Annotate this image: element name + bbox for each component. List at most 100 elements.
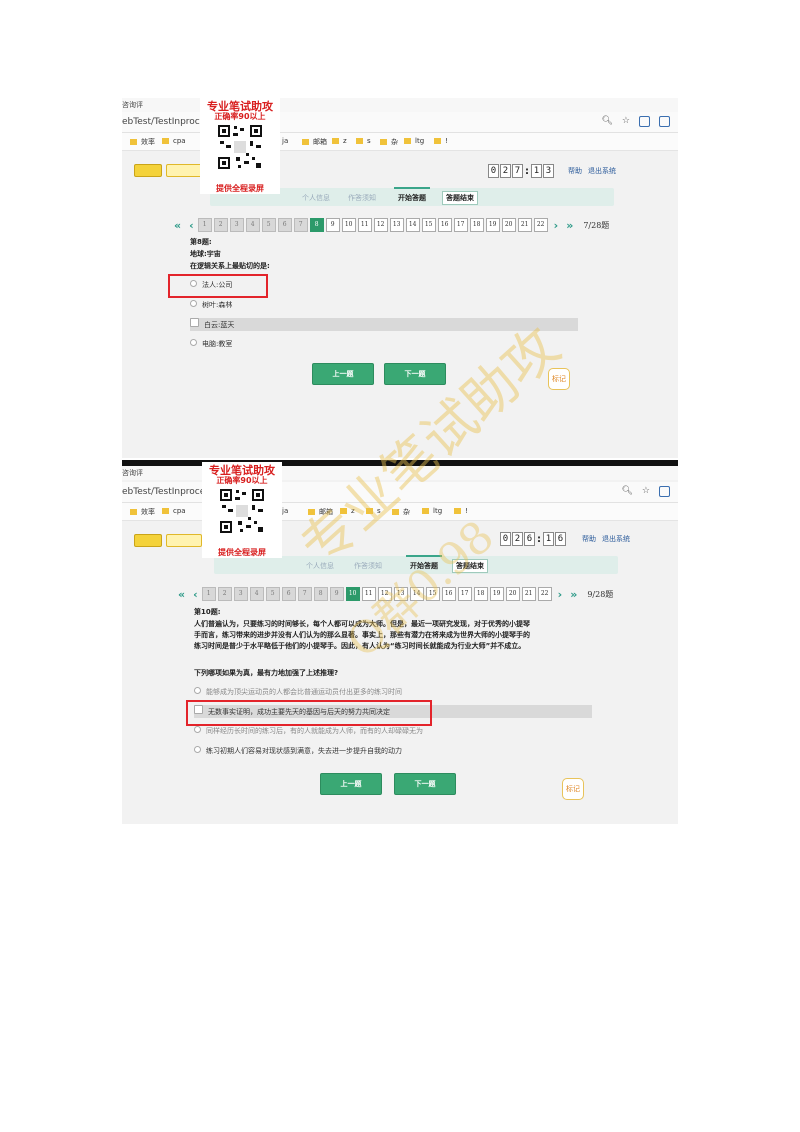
page-button[interactable]: 14 <box>409 587 424 601</box>
page-button[interactable]: 13 <box>389 218 404 232</box>
bookmark-item[interactable]: ja <box>282 137 288 145</box>
mark-button[interactable]: 标记 <box>548 368 570 390</box>
page-button[interactable]: 18 <box>473 587 488 601</box>
page-button[interactable]: 11 <box>357 218 372 232</box>
mark-button[interactable]: 标记 <box>562 778 584 800</box>
first-page-icon[interactable]: « <box>174 219 181 232</box>
page-button[interactable]: 2 <box>217 587 232 601</box>
star-icon[interactable]: ☆ <box>622 116 630 127</box>
page-button[interactable]: 22 <box>537 587 552 601</box>
radio-icon[interactable] <box>194 687 201 694</box>
page-button[interactable]: 18 <box>469 218 484 232</box>
page-button[interactable]: 5 <box>261 218 276 232</box>
page-button[interactable]: 4 <box>245 218 260 232</box>
page-button[interactable]: 1 <box>197 218 212 232</box>
bookmark-item[interactable]: 邮箱 <box>302 137 327 147</box>
last-page-icon[interactable]: » <box>566 219 573 232</box>
page-button[interactable]: 21 <box>521 587 536 601</box>
bookmark-item[interactable]: s <box>366 507 381 515</box>
page-button[interactable]: 4 <box>249 587 264 601</box>
page-button[interactable]: 17 <box>453 218 468 232</box>
promo-footer: 提供全程录屏 <box>218 548 266 557</box>
search-icon[interactable]: 🔍︎ <box>601 116 612 127</box>
bookmark-item[interactable]: ! <box>434 137 448 145</box>
bookmark-item[interactable]: cpa <box>162 507 186 515</box>
bookmark-item[interactable]: ltg <box>404 137 424 145</box>
radio-icon[interactable] <box>190 339 197 346</box>
page-button[interactable]: 20 <box>505 587 520 601</box>
page-button-current[interactable]: 10 <box>345 587 360 601</box>
radio-icon[interactable] <box>190 318 199 327</box>
page-button[interactable]: 10 <box>341 218 356 232</box>
page-button[interactable]: 7 <box>297 587 312 601</box>
option-b[interactable]: 树叶:森林 <box>190 299 280 312</box>
bookmark-item[interactable]: z <box>340 507 355 515</box>
option-c[interactable]: 同样经历长时间的练习后，有的人就能成为人师，而有的人却碌碌无为 <box>194 725 494 738</box>
bookmark-item[interactable]: z <box>332 137 347 145</box>
page-button[interactable]: 16 <box>437 218 452 232</box>
page-button[interactable]: 22 <box>533 218 548 232</box>
bookmark-item[interactable]: 邮箱 <box>308 507 333 517</box>
bookmark-item[interactable]: s <box>356 137 371 145</box>
page-button[interactable]: 11 <box>361 587 376 601</box>
exit-link[interactable]: 退出系统 <box>588 166 616 176</box>
profile-icon[interactable] <box>659 116 670 127</box>
page-button[interactable]: 16 <box>441 587 456 601</box>
prev-question-button[interactable]: 上一题 <box>320 773 382 795</box>
page-button[interactable]: 15 <box>421 218 436 232</box>
bookmark-item[interactable]: 效率 <box>130 137 155 147</box>
page-button[interactable]: 1 <box>201 587 216 601</box>
page-button[interactable]: 15 <box>425 587 440 601</box>
first-page-icon[interactable]: « <box>178 588 185 601</box>
page-button[interactable]: 7 <box>293 218 308 232</box>
page-button[interactable]: 5 <box>265 587 280 601</box>
prev-page-icon[interactable]: ‹ <box>193 588 198 601</box>
bookmark-item[interactable]: ltg <box>422 507 442 515</box>
page-button[interactable]: 12 <box>377 587 392 601</box>
next-question-button[interactable]: 下一题 <box>384 363 446 385</box>
page-button[interactable]: 9 <box>325 218 340 232</box>
page-button[interactable]: 12 <box>373 218 388 232</box>
option-d[interactable]: 练习初期人们容易对现状感到满意，失去进一步提升自我的动力 <box>194 745 494 758</box>
next-question-button[interactable]: 下一题 <box>394 773 456 795</box>
radio-icon[interactable] <box>194 746 201 753</box>
option-a[interactable]: 能够成为顶尖运动员的人都会比普通运动员付出更多的练习时间 <box>194 686 494 699</box>
page-button[interactable]: 6 <box>277 218 292 232</box>
page-button-current[interactable]: 8 <box>309 218 324 232</box>
prev-question-button[interactable]: 上一题 <box>312 363 374 385</box>
bookmark-item[interactable]: 杂 <box>392 507 410 517</box>
next-page-icon[interactable]: › <box>554 219 559 232</box>
page-button[interactable]: 8 <box>313 587 328 601</box>
bookmark-item[interactable]: cpa <box>162 137 186 145</box>
page-button[interactable]: 19 <box>485 218 500 232</box>
option-d[interactable]: 电脑:教室 <box>190 338 280 351</box>
extension-icon[interactable] <box>639 116 650 127</box>
page-button[interactable]: 3 <box>233 587 248 601</box>
exit-link[interactable]: 退出系统 <box>602 534 630 544</box>
bookmark-item[interactable]: 杂 <box>380 137 398 147</box>
option-c-selected[interactable]: 白云:蓝天 <box>190 318 578 331</box>
radio-icon[interactable] <box>190 300 197 307</box>
search-icon[interactable]: 🔍︎ <box>621 486 632 497</box>
star-icon[interactable]: ☆ <box>642 486 650 497</box>
prev-page-icon[interactable]: ‹ <box>189 219 194 232</box>
last-page-icon[interactable]: » <box>570 588 577 601</box>
page-button[interactable]: 3 <box>229 218 244 232</box>
bookmark-item[interactable]: 效率 <box>130 507 155 517</box>
page-button[interactable]: 14 <box>405 218 420 232</box>
radio-icon[interactable] <box>194 726 201 733</box>
help-link[interactable]: 帮助 <box>582 534 596 544</box>
extension-icon[interactable] <box>659 486 670 497</box>
bookmark-item[interactable]: ja <box>282 507 288 515</box>
page-button[interactable]: 2 <box>213 218 228 232</box>
page-button[interactable]: 9 <box>329 587 344 601</box>
next-page-icon[interactable]: › <box>558 588 563 601</box>
page-button[interactable]: 17 <box>457 587 472 601</box>
page-button[interactable]: 20 <box>501 218 516 232</box>
page-button[interactable]: 19 <box>489 587 504 601</box>
page-button[interactable]: 21 <box>517 218 532 232</box>
help-link[interactable]: 帮助 <box>568 166 582 176</box>
bookmark-item[interactable]: ! <box>454 507 468 515</box>
page-button[interactable]: 6 <box>281 587 296 601</box>
page-button[interactable]: 13 <box>393 587 408 601</box>
